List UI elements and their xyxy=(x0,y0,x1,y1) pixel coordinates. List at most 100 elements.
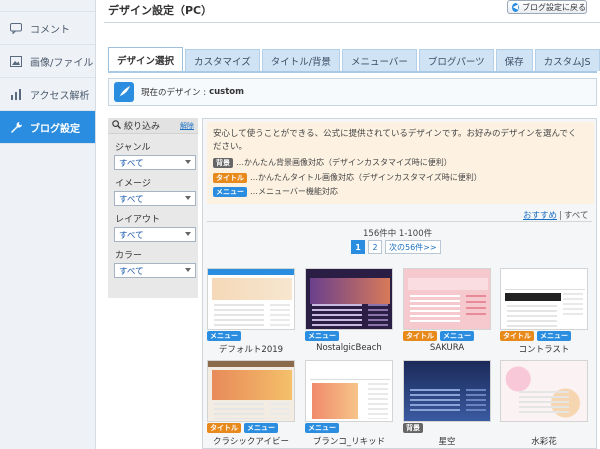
tab-save[interactable]: 保存 xyxy=(495,49,533,71)
sidebar-item-blog-settings[interactable]: ブログ設定 xyxy=(0,111,95,144)
header-divider xyxy=(104,22,600,23)
tab-design-select[interactable]: デザイン選択 xyxy=(108,47,184,71)
comment-icon xyxy=(9,22,23,34)
theme-card-default2019[interactable]: メニュー デフォルト2019 xyxy=(207,268,295,355)
back-button-label: ブログ設定に戻る xyxy=(522,2,586,12)
chart-icon xyxy=(9,88,23,100)
legend-text: …かんたんタイトル画像対応（デザインカスタマイズ時に便利） xyxy=(250,173,482,182)
sidebar-item-comment[interactable]: コメント xyxy=(0,12,95,45)
sidebar-item-label: アクセス解析 xyxy=(30,90,90,102)
theme-thumbnail[interactable] xyxy=(403,360,491,422)
tab-title-background[interactable]: タイトル/背景 xyxy=(261,49,340,71)
notice-text: 安心して使うことができる、公式に提供されているデザインです。お好みのデザインを選… xyxy=(213,129,577,152)
back-to-blog-settings-button[interactable]: ◀ ブログ設定に戻る xyxy=(507,0,587,14)
theme-card-blanco-liquid[interactable]: メニュー ブランコ_リキッド xyxy=(305,360,393,447)
filter-color-value: すべて xyxy=(119,266,144,277)
filter-genre-value: すべて xyxy=(119,158,144,169)
theme-card-hoshizora[interactable]: 背景 星空 xyxy=(403,360,491,447)
filter-image-value: すべて xyxy=(119,194,144,205)
sidebar-item-top-partial[interactable] xyxy=(0,0,95,12)
chevron-down-icon xyxy=(185,160,191,164)
filter-genre-select[interactable]: すべて xyxy=(114,155,196,170)
sidebar-item-label: コメント xyxy=(30,24,70,36)
page-1-button[interactable]: 1 xyxy=(351,240,365,254)
theme-thumbnail[interactable] xyxy=(207,268,295,330)
theme-name: 星空 xyxy=(438,437,456,447)
pagination: 1 2 次の56件>> xyxy=(351,240,444,254)
tab-blog-parts[interactable]: ブログパーツ xyxy=(418,49,494,71)
tab-underline xyxy=(108,71,597,73)
filter-layout-value: すべて xyxy=(119,230,144,241)
theme-card-classic-ivy[interactable]: タイトル メニュー クラシックアイビー xyxy=(207,360,295,447)
filter-image-select[interactable]: すべて xyxy=(114,191,196,206)
chevron-down-icon xyxy=(185,232,191,236)
filter-color-select[interactable]: すべて xyxy=(114,263,196,278)
sort-divider xyxy=(207,221,592,222)
badge-background: 背景 xyxy=(403,423,423,433)
theme-card-sakura[interactable]: タイトル メニュー SAKURA xyxy=(403,268,491,353)
feather-logo-icon xyxy=(114,82,134,102)
tab-menubar[interactable]: メニューバー xyxy=(341,49,417,71)
theme-thumbnail[interactable] xyxy=(305,360,393,422)
sort-links: おすすめ | すべて xyxy=(523,209,588,221)
page-title: デザイン設定（PC） xyxy=(108,4,213,17)
tab-customize[interactable]: カスタマイズ xyxy=(185,49,260,71)
filter-panel: 絞り込み 解除 ジャンル すべて イメージ すべて レイアウト すべて カラー … xyxy=(108,118,198,298)
badge-menu: メニュー xyxy=(305,331,339,341)
filter-title: 絞り込み xyxy=(124,122,161,132)
badge-title: タイトル xyxy=(500,331,534,341)
badge-menu: メニュー xyxy=(440,331,474,341)
badge-menu: メニュー xyxy=(244,423,278,433)
badge-title: タイトル xyxy=(213,172,247,183)
badge-title: タイトル xyxy=(207,423,241,433)
next-page-button[interactable]: 次の56件>> xyxy=(385,240,441,254)
filter-reset-link[interactable]: 解除 xyxy=(180,121,194,131)
sort-separator: | xyxy=(559,211,562,221)
badge-menu: メニュー xyxy=(213,186,247,197)
sort-all-link[interactable]: すべて xyxy=(564,211,589,221)
theme-name: ブランコ_リキッド xyxy=(312,437,386,447)
result-count: 156件中 1-100件 xyxy=(363,229,433,239)
current-design-value: custom xyxy=(209,87,244,97)
wrench-icon xyxy=(9,121,23,133)
filter-layout-label: レイアウト xyxy=(115,215,161,225)
theme-thumbnail[interactable] xyxy=(500,268,588,330)
filter-image-label: イメージ xyxy=(115,179,151,189)
theme-thumbnail[interactable] xyxy=(403,268,491,330)
filter-genre-label: ジャンル xyxy=(115,143,151,153)
sidebar-item-image[interactable]: 画像/ファイル xyxy=(0,45,95,78)
current-design-label: 現在のデザイン : xyxy=(141,88,207,98)
design-tabs: デザイン選択 カスタマイズ タイトル/背景 メニューバー ブログパーツ 保存 カ… xyxy=(108,47,600,71)
theme-thumbnail[interactable] xyxy=(305,268,393,330)
theme-card-contrast[interactable]: タイトル メニュー コントラスト xyxy=(500,268,588,355)
filter-header: 絞り込み 解除 xyxy=(108,118,198,134)
filter-layout-select[interactable]: すべて xyxy=(114,227,196,242)
current-design-box: 現在のデザイン : custom xyxy=(108,78,597,106)
tab-custom-js[interactable]: カスタムJS xyxy=(534,49,600,71)
sidebar-item-label: ブログ設定 xyxy=(30,123,80,135)
badge-menu: メニュー xyxy=(537,331,571,341)
theme-card-nostalgicbeach[interactable]: メニュー NostalgicBeach xyxy=(305,268,393,353)
legend-text: …かんたん背景画像対応（デザインカスタマイズ時に便利） xyxy=(236,158,452,167)
sidebar-item-label: 画像/ファイル xyxy=(30,57,94,69)
chevron-down-icon xyxy=(185,196,191,200)
search-icon xyxy=(112,119,121,132)
badge-background: 背景 xyxy=(213,157,233,168)
sort-recommended-link[interactable]: おすすめ xyxy=(523,211,557,221)
theme-thumbnail[interactable] xyxy=(500,360,588,422)
filter-color-label: カラー xyxy=(115,251,143,261)
sidebar-item-analytics[interactable]: アクセス解析 xyxy=(0,78,95,111)
theme-thumbnail[interactable] xyxy=(207,360,295,422)
legend-text: …メニューバー機能対応 xyxy=(250,187,338,196)
image-icon xyxy=(9,55,23,67)
sidebar: コメント 画像/ファイル アクセス解析 ブログ設定 xyxy=(0,0,96,449)
legend-row-title: タイトル …かんたんタイトル画像対応（デザインカスタマイズ時に便利） xyxy=(213,172,482,183)
page-2-button[interactable]: 2 xyxy=(368,240,382,254)
legend-row-menu: メニュー …メニューバー機能対応 xyxy=(213,186,338,197)
theme-name: SAKURA xyxy=(429,343,465,353)
badge-menu: メニュー xyxy=(207,331,241,341)
legend-row-background: 背景 …かんたん背景画像対応（デザインカスタマイズ時に便利） xyxy=(213,157,452,168)
theme-name: NostalgicBeach xyxy=(316,343,382,353)
theme-card-watercolor-flower[interactable]: 水彩花 xyxy=(500,360,588,447)
theme-name: デフォルト2019 xyxy=(218,345,284,355)
